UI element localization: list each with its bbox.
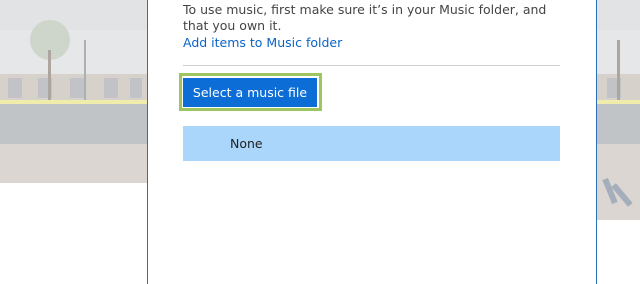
list-item-label: None	[230, 136, 263, 151]
add-items-to-music-folder-link[interactable]: Add items to Music folder	[183, 35, 342, 50]
select-music-file-button[interactable]: Select a music file	[183, 78, 317, 107]
music-picker-panel: To use music, first make sure it’s in yo…	[147, 0, 597, 284]
divider	[183, 65, 560, 66]
background-photo-left	[0, 0, 147, 183]
music-list-item-none[interactable]: None	[183, 126, 560, 161]
music-instructions-text: To use music, first make sure it’s in yo…	[183, 2, 547, 33]
photo-fade-overlay	[0, 0, 147, 183]
background-photo-right	[597, 0, 640, 220]
photo-fade-overlay	[597, 0, 640, 220]
